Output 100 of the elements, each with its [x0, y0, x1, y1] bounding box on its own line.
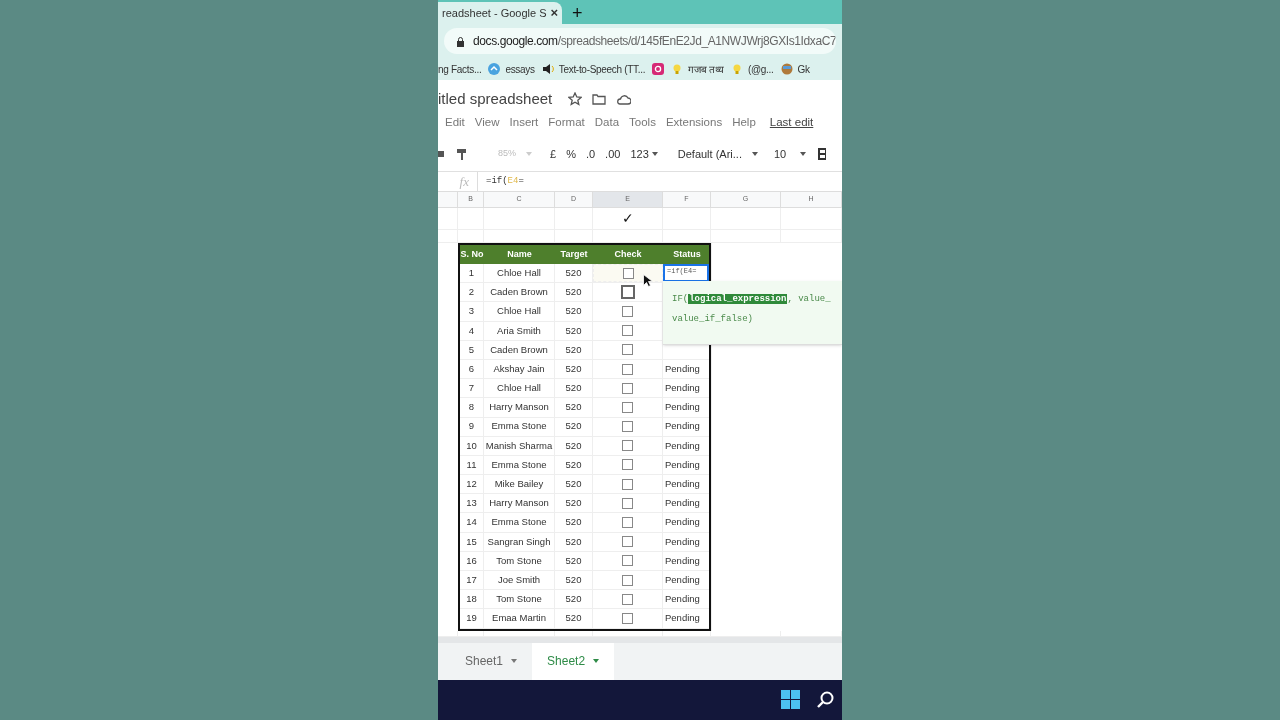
menu-item[interactable]: Insert — [509, 114, 539, 132]
table-cell: Chloe Hall — [484, 264, 555, 283]
last-edit-link[interactable]: Last edit — [769, 114, 814, 132]
table-cell: Manish Sharma — [484, 436, 555, 455]
table-cell: 520 — [555, 436, 593, 455]
status-text: Pending — [665, 534, 700, 549]
sheet-tab[interactable]: Sheet1 — [450, 642, 533, 680]
table-cell: 19 — [460, 609, 484, 628]
table-cell: Mike Bailey — [484, 475, 555, 494]
table-cell: 520 — [555, 494, 593, 513]
table-cell: 520 — [555, 340, 593, 359]
menu-item[interactable]: Help — [732, 114, 756, 132]
table-cell: 16 — [460, 551, 484, 570]
table-cell: 520 — [555, 455, 593, 475]
url-domain: docs.google.com — [473, 33, 558, 50]
status-text: Pending — [665, 592, 700, 607]
table-cell: 7 — [460, 379, 484, 398]
table-cell: 17 — [460, 571, 484, 590]
table-cell: Emaa Martin — [484, 609, 555, 628]
bookmark-label[interactable]: (@g... — [747, 61, 774, 77]
browser-tab[interactable]: readsheet - Google S × — [438, 2, 562, 24]
status-text: Pending — [665, 400, 700, 415]
percent-button[interactable]: % — [566, 145, 576, 163]
table-cell: Caden Brown — [484, 283, 555, 302]
bookmark-label[interactable]: essays — [505, 61, 535, 77]
font-select[interactable]: Default (Ari... — [677, 145, 742, 163]
formula-signature: IF(logical_expression, value_ — [672, 293, 832, 306]
table-cell: 14 — [460, 513, 484, 532]
table-cell: 1 — [460, 264, 484, 283]
sheet-tab[interactable]: Sheet2 — [532, 642, 615, 680]
currency-button[interactable]: £ — [550, 145, 557, 163]
table-cell: 520 — [555, 398, 593, 417]
table-cell: 10 — [460, 436, 484, 455]
table-cell: Harry Manson — [484, 398, 555, 417]
table-cell: 520 — [555, 302, 593, 321]
table-cell: Sangran Singh — [484, 532, 555, 551]
status-text: Pending — [665, 438, 700, 453]
table-cell: 8 — [460, 398, 484, 417]
table-cell: Chloe Hall — [484, 379, 555, 398]
number-format-button[interactable]: 123 — [630, 145, 649, 163]
table-cell: Caden Brown — [484, 340, 555, 359]
font-size-select[interactable]: 10 — [773, 145, 787, 163]
table-cell: 12 — [460, 475, 484, 494]
table-cell: Tom Stone — [484, 590, 555, 609]
table-cell: Akshay Jain — [484, 359, 555, 379]
column-heading: Check — [613, 247, 643, 261]
status-text: Pending — [665, 572, 700, 587]
table-cell: 520 — [555, 359, 593, 379]
status-text: Pending — [665, 381, 700, 396]
table-cell: 13 — [460, 494, 484, 513]
table-cell: 520 — [555, 551, 593, 570]
status-text: Pending — [665, 477, 700, 492]
status-text: Pending — [665, 457, 700, 472]
table-cell: 520 — [555, 513, 593, 532]
table-cell: 15 — [460, 532, 484, 551]
document-title[interactable]: itled spreadsheet — [438, 87, 553, 111]
menu-item[interactable]: View — [474, 114, 500, 132]
table-cell: Aria Smith — [484, 321, 555, 340]
increase-decimal-button[interactable]: .00 — [605, 145, 621, 163]
table-cell: 4 — [460, 321, 484, 340]
table-cell: 520 — [555, 283, 593, 302]
new-tab-button[interactable]: + — [572, 2, 583, 24]
close-icon[interactable]: × — [550, 3, 558, 23]
table-cell: Emma Stone — [484, 513, 555, 532]
bookmark-label[interactable]: Gk — [797, 61, 810, 77]
column-heading: S. No — [460, 247, 484, 261]
column-heading: Name — [506, 247, 533, 261]
table-cell: Harry Manson — [484, 494, 555, 513]
table-cell: 520 — [555, 532, 593, 551]
status-text: Pending — [665, 553, 700, 568]
menu-item[interactable]: Edit — [445, 114, 465, 132]
status-text: Pending — [665, 611, 700, 626]
bookmark-label[interactable]: Text-to-Speech (TT... — [558, 61, 646, 77]
table-cell: Tom Stone — [484, 551, 555, 570]
status-text: Pending — [665, 496, 700, 511]
bookmark-label[interactable]: गजब तथ्य — [688, 61, 724, 77]
table-cell: Emma Stone — [484, 417, 555, 436]
menu-item[interactable]: Format — [548, 114, 585, 132]
check-mark: ✓ — [621, 209, 634, 228]
decrease-decimal-button[interactable]: .0 — [585, 145, 596, 163]
menu-item[interactable]: Data — [594, 114, 620, 132]
column-heading: Status — [672, 247, 702, 261]
formula-input[interactable]: =if(E4= — [478, 174, 524, 189]
table-cell: 520 — [555, 417, 593, 436]
status-text: Pending — [665, 515, 700, 530]
table-cell: Emma Stone — [484, 455, 555, 475]
table-cell: 520 — [555, 590, 593, 609]
menu-item[interactable]: Tools — [629, 114, 656, 132]
menu-item[interactable]: Extensions — [665, 114, 723, 132]
bookmark[interactable]: ng Facts... — [438, 61, 482, 77]
table-cell: Joe Smith — [484, 571, 555, 590]
url-path: /spreadsheets/d/145fEnE2Jd_A1NWJWrj8GXIs1IdxaC7 — [557, 33, 836, 50]
table-cell: 520 — [555, 609, 593, 628]
table-cell: 520 — [555, 321, 593, 340]
address-bar[interactable]: docs.google.com/spreadsheets/d/145fEnE2Jd_A1NWJWrj8GXIs1IdxaC7 — [444, 28, 836, 54]
table-cell: 11 — [460, 455, 484, 475]
table-cell: Chloe Hall — [484, 302, 555, 321]
table-cell: 520 — [555, 571, 593, 590]
column-heading: Target — [559, 247, 589, 261]
table-cell: 520 — [555, 475, 593, 494]
